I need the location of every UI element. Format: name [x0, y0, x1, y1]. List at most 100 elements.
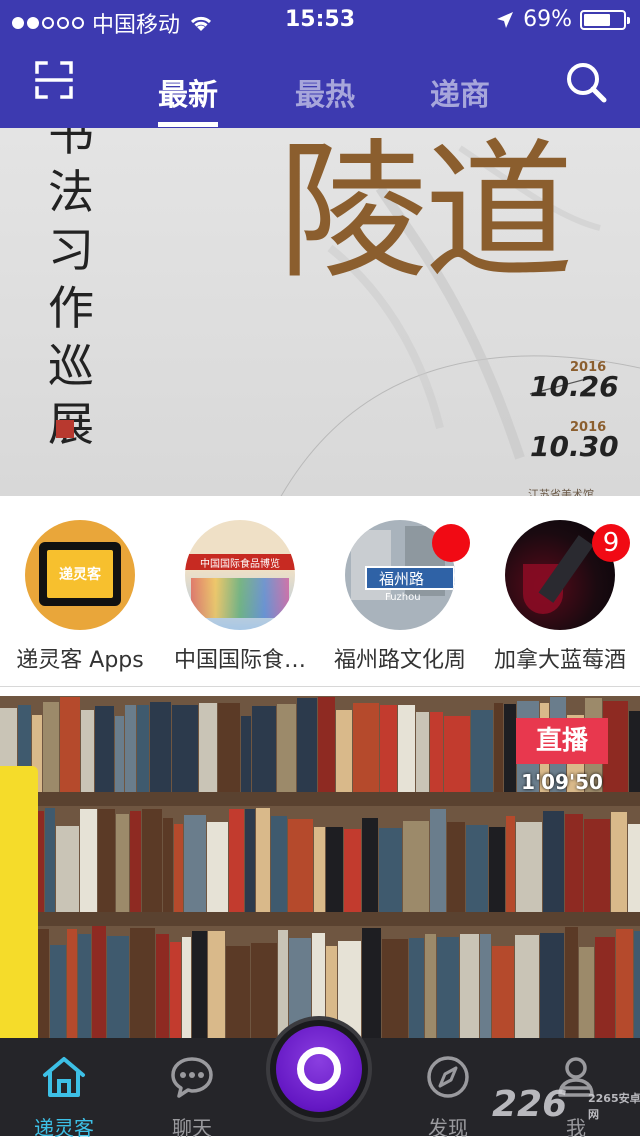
book-spine: [506, 816, 515, 912]
story-thumb-text: 福州路: [379, 570, 425, 588]
live-tag: 直播: [516, 718, 608, 764]
book-spine: [425, 934, 436, 1038]
book-spine: [353, 703, 379, 792]
book-spine: [416, 712, 429, 792]
book-spine: [504, 704, 516, 792]
book-spine: [163, 818, 173, 912]
live-duration: 1'09'50: [521, 770, 603, 794]
book-spine: [125, 705, 136, 792]
story-item[interactable]: 9 加拿大蓝莓酒: [480, 520, 640, 674]
book-spine: [380, 705, 397, 792]
featured-banner[interactable]: 书 法 习 作 巡 展 陵道 2016 10.26 2016 10.30 江苏省…: [0, 128, 640, 496]
story-label: 中国国际食…: [173, 648, 306, 673]
book-spine: [60, 697, 80, 792]
book-spine: [398, 705, 415, 792]
book-spine: [595, 937, 615, 1038]
calligraphy-char: 作: [48, 281, 94, 335]
book-spine: [409, 938, 424, 1038]
tab-latest[interactable]: 最新: [158, 70, 218, 127]
book-spine: [344, 829, 361, 912]
book-spine: [362, 818, 378, 912]
story-item[interactable]: 递灵客 递灵客 Apps: [0, 520, 160, 674]
top-tabs: 最新 最热 递商: [0, 70, 640, 128]
location-icon: [497, 11, 514, 28]
book-spine: [628, 824, 640, 912]
battery-percent: 69%: [523, 7, 572, 32]
book-spine: [492, 946, 514, 1038]
red-seal: [56, 420, 74, 438]
book-spine: [172, 705, 198, 792]
tab-hottest-label: 最热: [295, 78, 355, 113]
story-item[interactable]: 中国国际食品博览 中国国际食…: [160, 520, 320, 674]
tab-latest-label: 最新: [158, 78, 218, 113]
book-spine: [543, 811, 564, 912]
book-spine: [229, 809, 244, 912]
book-spine: [150, 702, 171, 792]
book-spine: [256, 808, 270, 912]
search-icon[interactable]: [564, 60, 608, 104]
story-thumb-text: 递灵客: [59, 567, 101, 583]
book-spine: [116, 814, 129, 912]
book-spine: [50, 945, 66, 1038]
nav-discover-label: 发现: [428, 1116, 468, 1140]
tab-hottest[interactable]: 最热: [295, 70, 355, 114]
watermark-main: 226: [492, 1084, 568, 1125]
book-spine: [115, 716, 124, 792]
book-spine: [362, 928, 381, 1038]
nav-home[interactable]: 递灵客: [14, 1052, 114, 1141]
book-spine: [43, 702, 59, 792]
book-spine: [288, 819, 313, 912]
book-spine: [611, 812, 627, 912]
story-thumb-subtext: Fuzhou: [385, 592, 421, 603]
book-spine: [634, 931, 640, 1038]
book-spine: [326, 827, 343, 912]
book-spine: [629, 711, 640, 792]
calligraphy-char: 巡: [48, 339, 94, 393]
book-spine: [430, 712, 443, 792]
story-item[interactable]: 福州路 Fuzhou 福州路文化周: [320, 520, 480, 674]
book-spine: [314, 827, 325, 912]
book-spine: [278, 930, 288, 1038]
book-spine: [156, 934, 169, 1038]
book-spine: [471, 710, 493, 792]
nav-chat-label: 聊天: [172, 1116, 212, 1140]
calligraphy-char: 书: [48, 128, 94, 161]
book-spine: [98, 809, 115, 912]
calligraphy-column: 书 法 习 作 巡 展: [48, 128, 108, 450]
stories-row: 递灵客 递灵客 Apps 中国国际食品博览 中国国际食… 福州路 Fuzhou …: [0, 496, 640, 687]
book-spine: [516, 822, 542, 912]
book-spine: [182, 937, 191, 1038]
book-spine: [226, 946, 250, 1038]
book-spine: [336, 710, 352, 792]
book-spine: [579, 947, 594, 1038]
book-spine: [142, 809, 162, 912]
battery-icon: [580, 9, 630, 30]
book-spine: [540, 933, 564, 1038]
chat-icon: [171, 1057, 213, 1098]
compass-icon: [427, 1056, 469, 1098]
book-spine: [466, 825, 488, 912]
story-label: 福州路文化周: [333, 648, 466, 673]
record-button[interactable]: [266, 1016, 372, 1122]
book-spine: [45, 808, 55, 912]
book-spine: [95, 706, 114, 792]
book-spine: [130, 928, 155, 1038]
book-spine: [130, 811, 141, 912]
book-spine: [277, 704, 296, 792]
notification-dot: [432, 524, 470, 562]
active-tab-indicator: [158, 122, 218, 127]
book-spine: [489, 827, 505, 912]
nav-discover[interactable]: 发现: [398, 1052, 498, 1141]
live-stream-card[interactable]: 直播 1'09'50: [0, 696, 640, 1038]
book-spine: [379, 828, 402, 912]
book-spine: [170, 942, 181, 1038]
tab-merchants[interactable]: 递商: [430, 70, 490, 114]
book-spine: [565, 927, 578, 1038]
nav-chat[interactable]: 聊天: [142, 1052, 242, 1141]
book-spine: [584, 819, 610, 912]
book-spine: [78, 934, 91, 1038]
book-spine: [192, 931, 207, 1038]
watermark-sub: 2265安卓网: [588, 1092, 640, 1121]
book-spine: [444, 716, 470, 792]
status-right: 69%: [495, 7, 630, 32]
